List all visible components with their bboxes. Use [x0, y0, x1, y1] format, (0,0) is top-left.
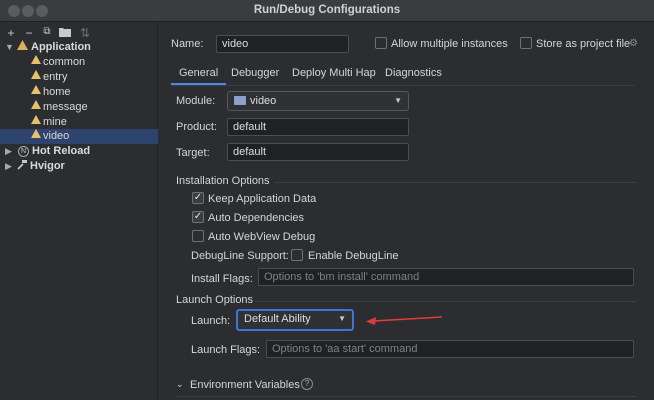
keep-app-data-label: Keep Application Data [208, 193, 317, 205]
name-field[interactable]: video [216, 35, 349, 53]
launch-flags-field[interactable]: Options to 'aa start' command [266, 340, 634, 358]
tree-node-label: Hot Reload [32, 145, 91, 157]
tree-item-label: mine [43, 116, 67, 128]
application-icon [17, 40, 28, 56]
chevron-right-icon[interactable]: ▶ [5, 144, 12, 159]
copy-configuration-icon[interactable]: ⧉ [40, 26, 54, 37]
install-flags-field[interactable]: Options to 'bm install' command [258, 268, 634, 286]
tree-item-label: home [43, 86, 71, 98]
auto-dependencies-checkbox[interactable]: ✓ [192, 211, 204, 223]
title-bar: Run/Debug Configurations [0, 0, 654, 22]
enable-debugline-label: Enable DebugLine [308, 250, 399, 262]
tree-node-hvigor[interactable]: ▶ Hvigor [0, 159, 158, 174]
sort-icon[interactable]: ⇅ [78, 26, 92, 40]
hot-reload-icon: N [18, 146, 29, 157]
tree-item-message[interactable]: message [0, 100, 158, 115]
module-select[interactable]: video ▼ [227, 91, 409, 111]
install-flags-label: Install Flags: [191, 273, 253, 285]
allow-multiple-checkbox[interactable] [375, 37, 387, 49]
tree-item-label: common [43, 56, 86, 68]
chevron-down-icon[interactable]: ▼ [5, 40, 14, 55]
module-value: video [250, 95, 277, 107]
tree-item-mine[interactable]: mine [0, 115, 158, 130]
module-icon [31, 129, 41, 144]
target-field[interactable]: default [227, 143, 409, 161]
launch-label: Launch: [191, 315, 231, 327]
section-divider [274, 182, 636, 183]
store-project-file-label: Store as project file [536, 38, 631, 50]
tree-item-entry[interactable]: entry [0, 70, 158, 85]
chevron-right-icon[interactable]: ▶ [5, 159, 12, 174]
tree-node-application[interactable]: ▼ Application [0, 40, 158, 55]
installation-options-heading: Installation Options [176, 175, 270, 187]
tab-diagnostics[interactable]: Diagnostics [377, 62, 450, 85]
configuration-details-panel: Name: video Allow multiple instances Sto… [159, 22, 654, 400]
tab-deploy-multi-hap[interactable]: Deploy Multi Hap [284, 62, 384, 85]
section-divider [176, 396, 636, 397]
configurations-tree-panel: + − ⧉ ⇅ ▼ Application common entry home … [0, 22, 158, 400]
window-title: Run/Debug Configurations [253, 4, 401, 16]
target-label: Target: [176, 147, 210, 159]
remove-configuration-icon[interactable]: − [22, 26, 36, 40]
module-label: Module: [176, 95, 216, 107]
tab-divider [171, 85, 634, 86]
enable-debugline-checkbox[interactable] [291, 249, 303, 261]
module-icon [31, 55, 41, 70]
module-icon [31, 100, 41, 115]
module-icon [31, 115, 41, 130]
tree-item-label: message [43, 101, 88, 113]
tree-item-label: video [43, 130, 70, 142]
chevron-down-icon: ▼ [338, 314, 346, 323]
new-folder-icon[interactable] [58, 26, 72, 40]
launch-options-heading: Launch Options [176, 294, 254, 306]
auto-dependencies-label: Auto Dependencies [208, 212, 305, 224]
module-icon [31, 70, 41, 85]
help-icon[interactable]: ? [301, 378, 313, 390]
tab-debugger[interactable]: Debugger [223, 62, 287, 85]
product-label: Product: [176, 121, 217, 133]
launch-flags-label: Launch Flags: [191, 344, 261, 356]
add-configuration-icon[interactable]: + [4, 26, 18, 40]
folder-icon [234, 96, 246, 105]
launch-select[interactable]: Default Ability ▼ [236, 309, 354, 331]
product-field[interactable]: default [227, 118, 409, 136]
store-project-file-checkbox[interactable] [520, 37, 532, 49]
chevron-down-icon: ▼ [394, 96, 402, 105]
tree-item-home[interactable]: home [0, 85, 158, 100]
debugline-support-label: DebugLine Support: [191, 250, 289, 262]
allow-multiple-label: Allow multiple instances [391, 38, 508, 50]
gear-icon[interactable]: ⚙ [629, 38, 638, 49]
section-divider [255, 301, 636, 302]
tree-node-label: Hvigor [30, 160, 65, 172]
name-label: Name: [171, 38, 204, 50]
auto-webview-debug-checkbox[interactable] [192, 230, 204, 242]
hammer-icon [17, 159, 28, 175]
launch-value: Default Ability [244, 313, 311, 325]
chevron-down-icon[interactable]: ⌄ [176, 379, 184, 390]
annotation-arrow [366, 316, 443, 325]
tab-general[interactable]: General [171, 62, 227, 85]
tree-item-label: entry [43, 71, 68, 83]
tree-node-hot-reload[interactable]: ▶ N Hot Reload [0, 144, 158, 159]
tree-item-video[interactable]: video [0, 129, 158, 144]
module-icon [31, 85, 41, 100]
environment-variables-heading[interactable]: Environment Variables [190, 379, 300, 391]
tree-item-common[interactable]: common [0, 55, 158, 70]
keep-app-data-checkbox[interactable]: ✓ [192, 192, 204, 204]
auto-webview-debug-label: Auto WebView Debug [208, 231, 316, 243]
tree-node-label: Application [31, 41, 91, 53]
